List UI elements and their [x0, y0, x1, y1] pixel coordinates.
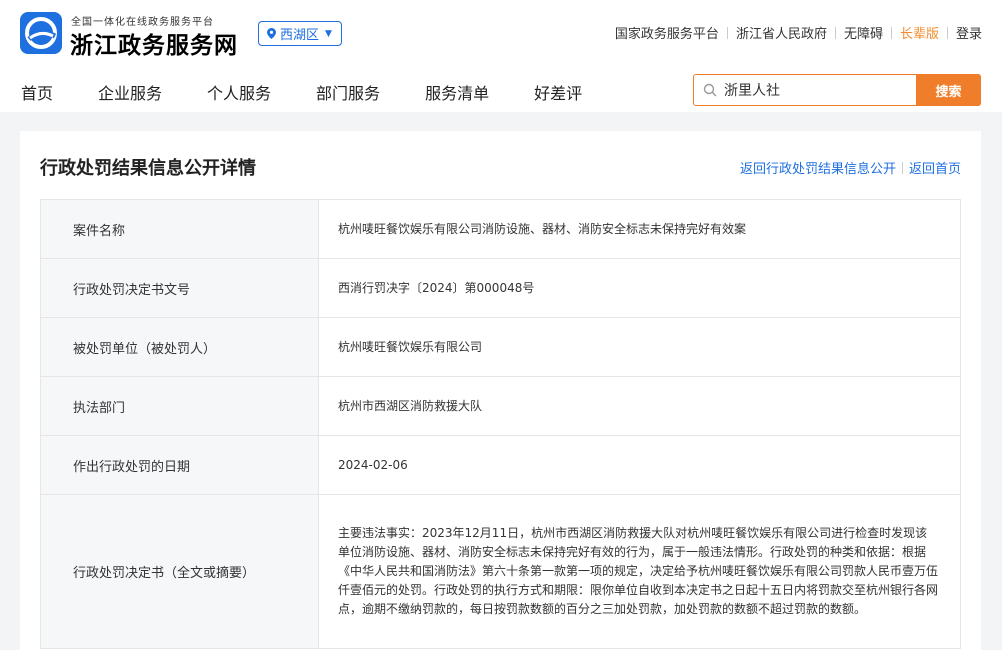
page-title: 行政处罚结果信息公开详情 [40, 158, 256, 179]
row-label: 行政处罚决定书文号 [41, 259, 319, 317]
nav-service-list[interactable]: 服务清单 [425, 80, 489, 104]
link-national-platform[interactable]: 国家政务服务平台 [615, 23, 719, 42]
link-login[interactable]: 登录 [956, 23, 982, 42]
region-selector[interactable]: 西湖区 ▼ [258, 21, 342, 46]
row-label: 执法部门 [41, 377, 319, 435]
row-label: 行政处罚决定书（全文或摘要） [41, 495, 319, 648]
divider [901, 161, 903, 174]
table-row: 作出行政处罚的日期 2024-02-06 [40, 436, 961, 495]
nav-rating[interactable]: 好差评 [534, 80, 582, 104]
table-row: 案件名称 杭州唛旺餐饮娱乐有限公司消防设施、器材、消防安全标志未保持完好有效案 [40, 200, 961, 259]
logo-mark-icon [25, 17, 57, 49]
top-links: 国家政务服务平台 浙江省人民政府 无障碍 长辈版 登录 [615, 23, 982, 42]
site-header: 全国一体化在线政务服务平台 浙江政务服务网 西湖区 ▼ 国家政务服务平台 浙江省… [0, 0, 1002, 112]
link-back-to-list[interactable]: 返回行政处罚结果信息公开 [740, 158, 896, 177]
row-label: 案件名称 [41, 200, 319, 258]
link-back-home[interactable]: 返回首页 [909, 158, 961, 177]
divider [890, 26, 892, 39]
caret-down-icon: ▼ [325, 28, 332, 39]
location-pin-icon [267, 28, 276, 39]
nav-home[interactable]: 首页 [21, 80, 53, 104]
row-label: 被处罚单位（被处罚人） [41, 318, 319, 376]
main-nav: 首页 企业服务 个人服务 部门服务 服务清单 好差评 [21, 80, 627, 104]
row-value: 主要违法事实：2023年12月11日，杭州市西湖区消防救援大队对杭州唛旺餐饮娱乐… [338, 526, 939, 616]
detail-table: 案件名称 杭州唛旺餐饮娱乐有限公司消防设施、器材、消防安全标志未保持完好有效案 … [40, 199, 961, 649]
search-icon [703, 83, 717, 97]
search-button[interactable]: 搜索 [916, 74, 981, 106]
table-row: 行政处罚决定书（全文或摘要） 主要违法事实：2023年12月11日，杭州市西湖区… [40, 495, 961, 649]
row-value: 西消行罚决字〔2024〕第000048号 [338, 280, 535, 295]
detail-card: 行政处罚结果信息公开详情 返回行政处罚结果信息公开 返回首页 案件名称 杭州唛旺… [20, 131, 981, 650]
region-label: 西湖区 [280, 28, 320, 43]
logo-title[interactable]: 浙江政务服务网 [70, 26, 238, 60]
row-value: 杭州唛旺餐饮娱乐有限公司 [338, 339, 483, 354]
table-row: 执法部门 杭州市西湖区消防救援大队 [40, 377, 961, 436]
link-accessibility[interactable]: 无障碍 [844, 23, 883, 42]
divider [726, 26, 728, 39]
divider [834, 26, 836, 39]
link-elder-mode[interactable]: 长辈版 [900, 23, 939, 42]
link-provincial-government[interactable]: 浙江省人民政府 [736, 23, 827, 42]
search-input[interactable] [724, 75, 910, 105]
row-label: 作出行政处罚的日期 [41, 436, 319, 494]
back-links: 返回行政处罚结果信息公开 返回首页 [740, 158, 961, 177]
nav-personal-services[interactable]: 个人服务 [207, 80, 271, 104]
row-value: 杭州唛旺餐饮娱乐有限公司消防设施、器材、消防安全标志未保持完好有效案 [338, 221, 747, 236]
search-box: 搜索 [693, 74, 981, 106]
site-logo[interactable] [20, 12, 62, 54]
nav-department-services[interactable]: 部门服务 [316, 80, 380, 104]
row-value: 杭州市西湖区消防救援大队 [338, 398, 483, 413]
nav-enterprise-services[interactable]: 企业服务 [98, 80, 162, 104]
table-row: 行政处罚决定书文号 西消行罚决字〔2024〕第000048号 [40, 259, 961, 318]
row-value: 2024-02-06 [338, 457, 408, 472]
divider [946, 26, 948, 39]
table-row: 被处罚单位（被处罚人） 杭州唛旺餐饮娱乐有限公司 [40, 318, 961, 377]
